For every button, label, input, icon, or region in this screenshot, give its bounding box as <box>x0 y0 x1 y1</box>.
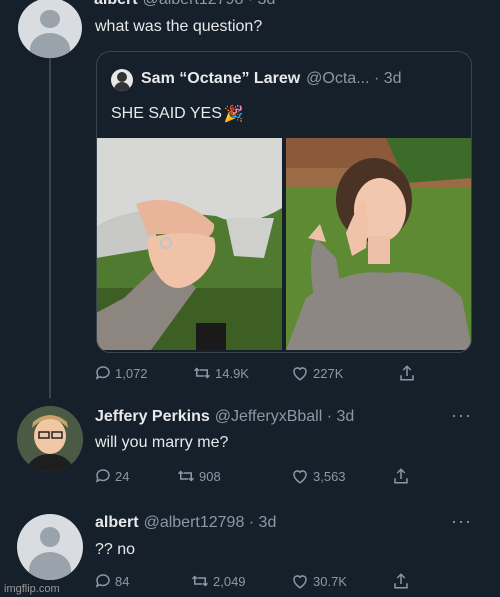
author-handle-time[interactable]: @albert12798 · 3d <box>144 514 277 532</box>
heart-icon <box>293 367 307 381</box>
retweet-button[interactable]: 14.9K <box>192 364 290 382</box>
avatar-jeffery[interactable] <box>17 406 83 472</box>
avatar-sam <box>111 69 133 91</box>
tweet-3-actions: 84 2,049 30.7K <box>94 572 413 590</box>
tweet-1-actions: 1,072 14.9K 227K <box>94 364 419 382</box>
reply-count: 84 <box>115 573 130 589</box>
watermark: imgflip.com <box>4 583 60 595</box>
like-button[interactable]: 3,563 <box>290 467 392 485</box>
share-button[interactable] <box>392 467 413 485</box>
tweet-2-text: will you marry me? <box>95 434 229 451</box>
reply-button[interactable]: 84 <box>94 572 190 590</box>
avatar-albert[interactable] <box>17 514 83 580</box>
like-count: 3,563 <box>313 468 346 484</box>
share-icon <box>394 468 408 484</box>
heart-icon <box>293 470 307 484</box>
tweet-1-header: albert @albert12798 · 3d <box>94 0 275 9</box>
reply-icon <box>95 574 110 588</box>
avatar-albert[interactable] <box>18 0 82 58</box>
tweet-2-actions: 24 908 3,563 <box>94 467 413 485</box>
reply-button[interactable]: 1,072 <box>94 364 192 382</box>
tweet-3-text: ?? no <box>95 541 136 558</box>
quoted-text: SHE SAID YES <box>111 105 222 122</box>
retweet-count: 2,049 <box>213 573 246 589</box>
share-button[interactable] <box>398 364 419 382</box>
reply-count: 1,072 <box>115 365 148 381</box>
thread-line <box>49 58 51 398</box>
retweet-icon <box>193 367 211 379</box>
like-button[interactable]: 227K <box>290 364 398 382</box>
quoted-handle-time[interactable]: @Octa... · 3d <box>306 70 401 88</box>
tweet-1-text: what was the question? <box>95 18 263 35</box>
reply-icon <box>95 469 110 483</box>
party-popper-icon: 🎉 <box>223 106 244 123</box>
author-name[interactable]: albert <box>94 0 138 9</box>
like-count: 227K <box>313 365 344 381</box>
more-options-icon[interactable]: ··· <box>451 405 472 426</box>
author-handle-time[interactable]: @albert12798 · 3d <box>143 0 276 9</box>
retweet-count: 14.9K <box>215 365 249 381</box>
retweet-count: 908 <box>199 468 221 484</box>
retweet-button[interactable]: 908 <box>176 467 290 485</box>
reply-button[interactable]: 24 <box>94 467 176 485</box>
author-name[interactable]: albert <box>95 514 139 532</box>
heart-icon <box>293 575 307 589</box>
share-icon <box>394 573 408 589</box>
retweet-button[interactable]: 2,049 <box>190 572 290 590</box>
tweet-2-header: Jeffery Perkins @JefferyxBball · 3d <box>95 408 354 426</box>
reply-count: 24 <box>115 468 130 484</box>
retweet-icon <box>177 470 195 482</box>
quoted-text-row: SHE SAID YES 🎉 <box>111 104 244 124</box>
like-button[interactable]: 30.7K <box>290 572 392 590</box>
author-name[interactable]: Jeffery Perkins <box>95 408 210 426</box>
quoted-photo-left[interactable] <box>97 138 282 350</box>
quoted-tweet-card[interactable]: Sam “Octane” Larew @Octa... · 3d SHE SAI… <box>96 51 472 353</box>
quoted-photo-right[interactable] <box>286 138 471 350</box>
like-count: 30.7K <box>313 573 347 589</box>
share-icon <box>400 365 414 381</box>
author-handle-time[interactable]: @JefferyxBball · 3d <box>215 408 355 426</box>
reply-icon <box>95 366 110 380</box>
tweet-3-header: albert @albert12798 · 3d <box>95 514 276 532</box>
more-options-icon[interactable]: ··· <box>451 511 472 532</box>
retweet-icon <box>191 575 209 587</box>
quoted-header: Sam “Octane” Larew @Octa... · 3d <box>141 70 402 88</box>
quoted-author-name[interactable]: Sam “Octane” Larew <box>141 70 300 88</box>
share-button[interactable] <box>392 572 413 590</box>
